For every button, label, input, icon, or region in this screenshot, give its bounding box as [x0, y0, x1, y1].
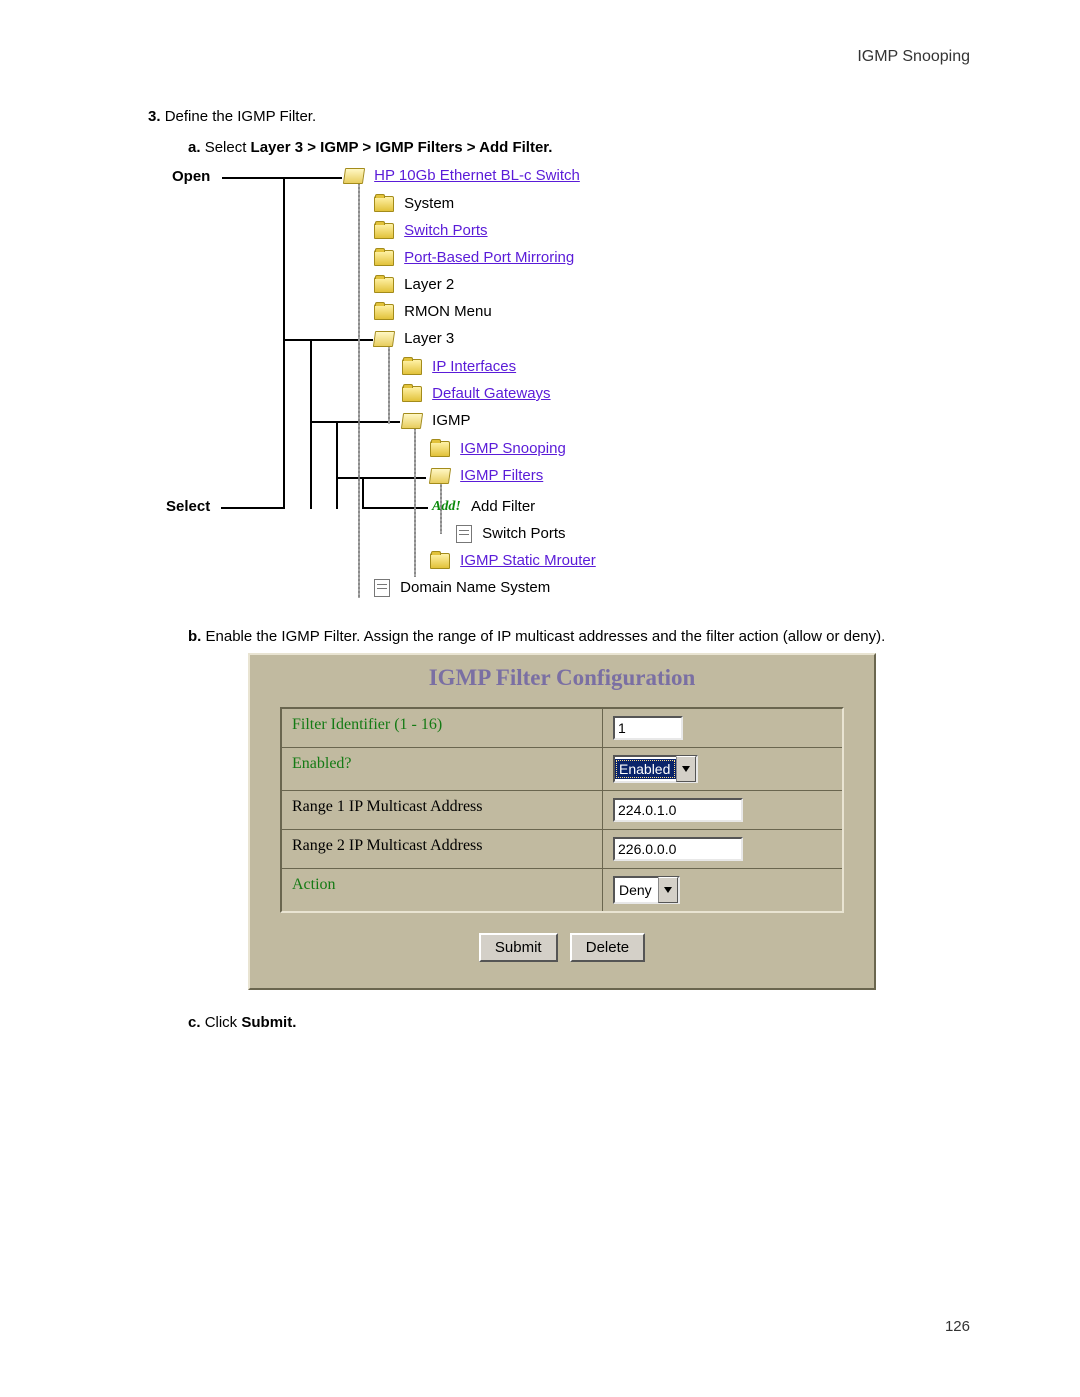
- action-select[interactable]: Deny: [613, 876, 680, 904]
- substep-a-marker: a.: [188, 139, 201, 156]
- substep-c-bold: Submit.: [241, 1014, 296, 1031]
- substep-c: c. Click Submit.: [188, 1014, 970, 1031]
- folder-icon: [402, 359, 422, 375]
- filter-id-label: Filter Identifier (1 - 16): [282, 709, 603, 747]
- substep-b: b. Enable the IGMP Filter. Assign the ra…: [188, 628, 970, 645]
- folder-open-icon: [373, 331, 395, 347]
- enabled-select[interactable]: Enabled: [613, 755, 698, 783]
- tree-item-igmp[interactable]: IGMP: [432, 412, 470, 429]
- substep-a-prefix: Select: [205, 139, 251, 156]
- range1-input[interactable]: [613, 798, 743, 822]
- folder-open-icon: [401, 413, 423, 429]
- document-icon: [374, 579, 390, 597]
- range1-label: Range 1 IP Multicast Address: [282, 790, 603, 829]
- folder-icon: [374, 250, 394, 266]
- range2-label: Range 2 IP Multicast Address: [282, 829, 603, 868]
- igmp-filter-config-panel: IGMP Filter Configuration Filter Identif…: [248, 653, 876, 990]
- tree-item-rmon[interactable]: RMON Menu: [404, 303, 492, 320]
- page-number: 126: [945, 1318, 970, 1335]
- tree-item-system[interactable]: System: [404, 195, 454, 212]
- tree-item-switch-ports[interactable]: Switch Ports: [404, 222, 487, 239]
- chevron-down-icon[interactable]: [676, 756, 696, 782]
- folder-icon: [374, 277, 394, 293]
- step-3: 3. Define the IGMP Filter.: [148, 108, 970, 125]
- nav-tree: Open Select: [188, 164, 970, 604]
- chevron-down-icon[interactable]: [658, 877, 678, 903]
- igmp-filter-config-title: IGMP Filter Configuration: [250, 655, 874, 707]
- substep-b-marker: b.: [188, 628, 201, 645]
- submit-button[interactable]: Submit: [479, 933, 558, 962]
- tree-item-dns[interactable]: Domain Name System: [400, 579, 550, 596]
- tree-item-port-mirroring[interactable]: Port-Based Port Mirroring: [404, 249, 574, 266]
- enabled-label: Enabled?: [282, 747, 603, 790]
- tree-item-switch-ports-doc[interactable]: Switch Ports: [482, 525, 565, 542]
- substep-a: a. Select Layer 3 > IGMP > IGMP Filters …: [188, 139, 970, 156]
- delete-button[interactable]: Delete: [570, 933, 645, 962]
- folder-icon: [402, 386, 422, 402]
- callout-open: Open: [172, 168, 210, 185]
- tree-item-layer3[interactable]: Layer 3: [404, 330, 454, 347]
- tree-item-layer2[interactable]: Layer 2: [404, 276, 454, 293]
- enabled-select-value: Enabled: [615, 759, 676, 779]
- tree-item-igmp-filters[interactable]: IGMP Filters: [460, 467, 543, 484]
- folder-open-icon: [429, 468, 451, 484]
- substep-b-text: Enable the IGMP Filter. Assign the range…: [206, 628, 886, 645]
- substep-a-path: Layer 3 > IGMP > IGMP Filters > Add Filt…: [251, 139, 553, 156]
- folder-open-icon: [343, 168, 365, 184]
- document-icon: [456, 525, 472, 543]
- step-text: Define the IGMP Filter.: [165, 108, 316, 125]
- step-number: 3.: [148, 108, 161, 125]
- filter-id-input[interactable]: [613, 716, 683, 740]
- folder-icon: [374, 223, 394, 239]
- action-select-value: Deny: [615, 880, 658, 900]
- tree-item-add-filter[interactable]: Add Filter: [471, 498, 535, 515]
- range2-input[interactable]: [613, 837, 743, 861]
- substep-c-marker: c.: [188, 1014, 201, 1031]
- tree-item-igmp-static-mrouter[interactable]: IGMP Static Mrouter: [460, 552, 596, 569]
- tree-item-default-gateways[interactable]: Default Gateways: [432, 385, 550, 402]
- folder-icon: [430, 553, 450, 569]
- callout-select: Select: [166, 498, 210, 515]
- add-icon: Add!: [432, 495, 461, 519]
- tree-root[interactable]: HP 10Gb Ethernet BL-c Switch: [374, 167, 580, 184]
- tree-item-igmp-snooping[interactable]: IGMP Snooping: [460, 440, 566, 457]
- action-label: Action: [282, 868, 603, 911]
- folder-icon: [374, 304, 394, 320]
- substep-c-prefix: Click: [205, 1014, 242, 1031]
- tree-item-ip-interfaces[interactable]: IP Interfaces: [432, 358, 516, 375]
- folder-icon: [430, 441, 450, 457]
- folder-icon: [374, 196, 394, 212]
- page-header-title: IGMP Snooping: [857, 48, 970, 66]
